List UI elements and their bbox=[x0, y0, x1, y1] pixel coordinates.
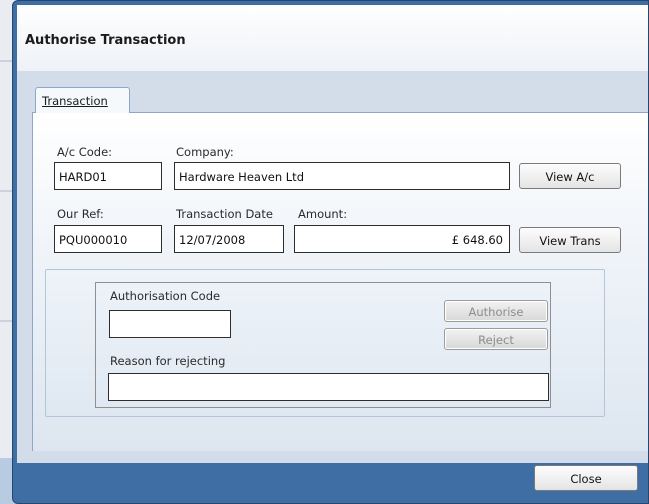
our-ref-label: Our Ref: bbox=[57, 207, 104, 221]
dialog-content: Authorise Transaction Transaction A/c Co… bbox=[17, 5, 648, 499]
ac-code-label: A/c Code: bbox=[57, 145, 113, 159]
tab-transaction-label: Transaction bbox=[42, 94, 108, 108]
authorisation-code-label: Authorisation Code bbox=[110, 289, 221, 303]
our-ref-field[interactable]: PQU000010 bbox=[54, 225, 162, 253]
authorise-button[interactable]: Authorise bbox=[444, 300, 548, 322]
view-trans-button[interactable]: View Trans bbox=[519, 227, 621, 253]
authorise-transaction-dialog: Authorise Transaction Transaction A/c Co… bbox=[12, 0, 649, 504]
view-ac-button[interactable]: View A/c bbox=[519, 163, 621, 189]
tab-transaction[interactable]: Transaction bbox=[35, 87, 130, 113]
close-button-label: Close bbox=[570, 472, 602, 486]
transaction-date-label: Transaction Date bbox=[176, 207, 273, 221]
authorisation-code-field[interactable] bbox=[109, 310, 231, 338]
dialog-footer: Close bbox=[17, 451, 648, 499]
amount-label: Amount: bbox=[298, 207, 348, 221]
amount-field[interactable]: £ 648.60 bbox=[294, 225, 510, 253]
reason-label: Reason for rejecting bbox=[110, 354, 226, 368]
dialog-body: Transaction A/c Code: HARD01 Company: Ha… bbox=[17, 71, 648, 451]
dialog-header: Authorise Transaction bbox=[17, 5, 648, 71]
transaction-date-field[interactable]: 12/07/2008 bbox=[174, 225, 284, 253]
ac-code-field[interactable]: HARD01 bbox=[54, 162, 162, 190]
view-ac-button-label: View A/c bbox=[545, 170, 595, 184]
authorisation-group: Authorisation Code Authorise Reject Reas… bbox=[95, 282, 551, 408]
authorise-button-label: Authorise bbox=[468, 305, 524, 319]
dialog-title: Authorise Transaction bbox=[25, 33, 186, 48]
close-button[interactable]: Close bbox=[534, 465, 638, 491]
company-field[interactable]: Hardware Heaven Ltd bbox=[174, 162, 510, 190]
footer-separator bbox=[17, 451, 648, 463]
authorisation-area: Authorisation Code Authorise Reject Reas… bbox=[45, 269, 605, 417]
view-trans-button-label: View Trans bbox=[539, 234, 601, 248]
company-label: Company: bbox=[176, 145, 234, 159]
reject-button-label: Reject bbox=[478, 333, 514, 347]
reason-field[interactable] bbox=[108, 373, 549, 401]
reject-button[interactable]: Reject bbox=[444, 328, 548, 350]
